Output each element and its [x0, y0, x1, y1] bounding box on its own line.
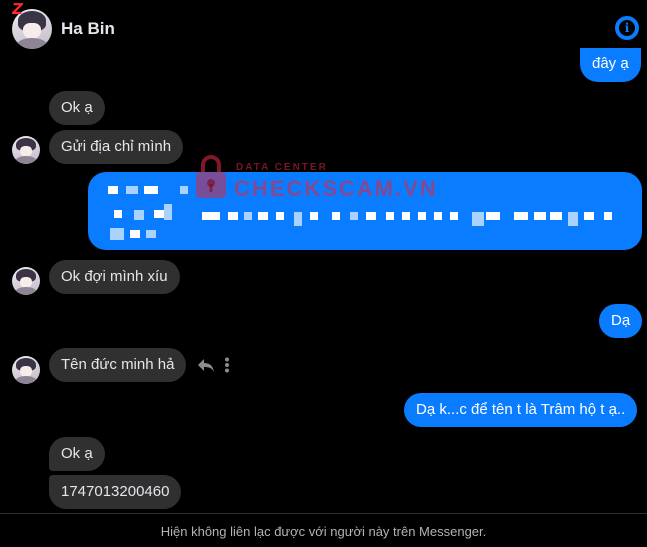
- message-outgoing[interactable]: Dạ k...c để tên t là Trâm hộ t ạ..: [404, 393, 638, 427]
- message-incoming[interactable]: Ok ạ: [49, 437, 105, 471]
- message-incoming[interactable]: Gửi địa chỉ mình: [49, 130, 184, 164]
- message-incoming[interactable]: 1747013200460: [49, 475, 182, 509]
- chat-header: Z Ha Bin i: [0, 0, 647, 56]
- contact-avatar-small[interactable]: [12, 356, 40, 384]
- info-glyph: i: [619, 20, 635, 36]
- more-vertical-icon[interactable]: [224, 357, 230, 373]
- footer-divider: [0, 513, 647, 514]
- footer-notice: Hiện không liên lạc được với người này t…: [160, 524, 487, 539]
- message-outgoing[interactable]: đây ạ: [580, 48, 641, 82]
- message-outgoing-redacted[interactable]: [88, 172, 642, 250]
- message-incoming[interactable]: Ok ạ: [49, 91, 105, 125]
- reply-icon[interactable]: [196, 355, 216, 375]
- message-incoming[interactable]: Tên đức minh hả: [49, 348, 187, 382]
- message-outgoing[interactable]: Dạ: [599, 304, 643, 338]
- contact-name[interactable]: Ha Bin: [61, 19, 115, 39]
- info-icon[interactable]: i: [615, 16, 639, 40]
- message-incoming[interactable]: Ok đợi mình xíu: [49, 260, 180, 294]
- message-actions: [196, 355, 240, 375]
- contact-avatar-small[interactable]: [12, 267, 40, 295]
- contact-avatar-small[interactable]: [12, 136, 40, 164]
